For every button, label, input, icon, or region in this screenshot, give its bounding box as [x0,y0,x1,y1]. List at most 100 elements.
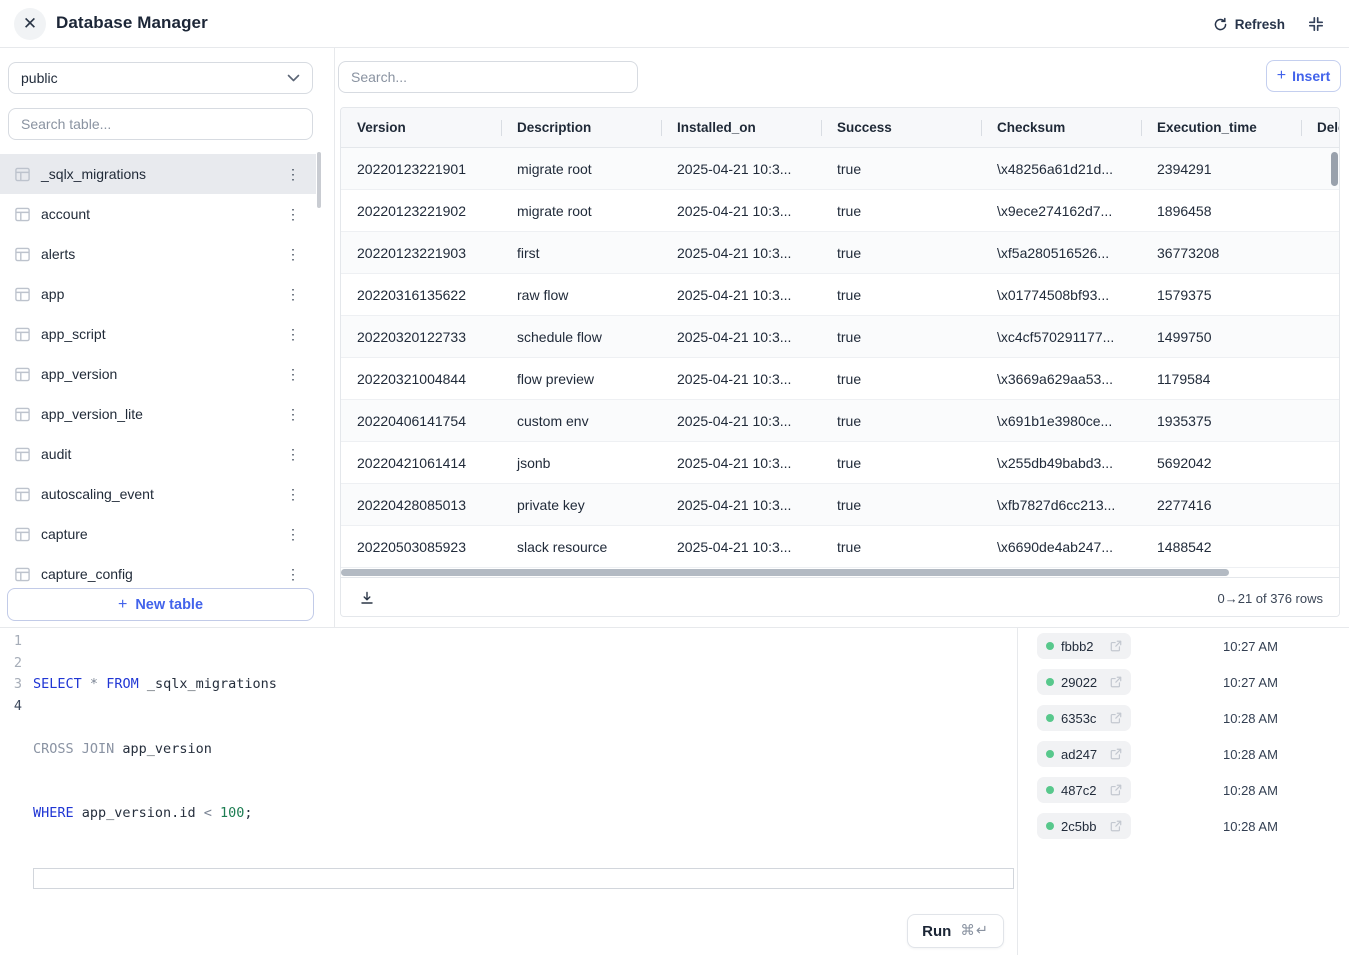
horizontal-scrollbar[interactable] [341,569,1229,576]
sidebar-item-audit[interactable]: audit ⋮ [0,434,316,474]
external-link-icon[interactable] [1110,748,1122,760]
code-lines: SELECT * FROM _sqlx_migrations CROSS JOI… [30,631,1017,932]
kebab-menu-icon[interactable]: ⋮ [282,405,304,423]
download-icon [359,590,375,606]
cell-checksum: \x3669a629aa53... [981,358,1141,399]
cell-installed-on: 2025-04-21 10:3... [661,190,821,231]
column-header[interactable]: Checksum [981,108,1141,147]
new-table-button[interactable]: + New table [7,588,314,621]
kebab-menu-icon[interactable]: ⋮ [282,445,304,463]
sidebar-item-capture-config[interactable]: capture_config ⋮ [0,554,316,588]
sidebar-item-app-version[interactable]: app_version ⋮ [0,354,316,394]
sidebar-item-app[interactable]: app ⋮ [0,274,316,314]
column-header[interactable]: Version [341,108,501,147]
cell-installed-on: 2025-04-21 10:3... [661,232,821,273]
cell-execution-time: 2394291 [1141,148,1301,189]
column-header[interactable]: Installed_on [661,108,821,147]
kebab-menu-icon[interactable]: ⋮ [282,325,304,343]
vertical-scrollbar[interactable] [1331,152,1338,186]
table-icon [14,366,31,383]
external-link-icon[interactable] [1110,712,1122,724]
table-row[interactable]: 20220320122733 schedule flow 2025-04-21 … [341,316,1340,358]
cell-description: schedule flow [501,316,661,357]
table-name: audit [41,446,71,462]
refresh-button[interactable]: Refresh [1213,12,1285,36]
close-button[interactable]: ✕ [14,8,46,40]
table-panel: + Insert Version Description Installed_o… [335,48,1349,627]
query-timestamp: 10:27 AM [1223,664,1278,700]
close-icon: ✕ [23,14,37,34]
kebab-menu-icon[interactable]: ⋮ [282,525,304,543]
column-header[interactable]: Description [501,108,661,147]
cell-installed-on: 2025-04-21 10:3... [661,148,821,189]
schema-select-value: public [21,70,58,86]
schema-select[interactable]: public [8,62,313,94]
external-link-icon[interactable] [1110,820,1122,832]
kebab-menu-icon[interactable]: ⋮ [282,565,304,583]
history-query-pill[interactable]: fbbb2 [1037,633,1131,659]
horizontal-scrollbar-track [341,568,1339,577]
table-row[interactable]: 20220123221901 migrate root 2025-04-21 1… [341,148,1340,190]
external-link-icon[interactable] [1110,676,1122,688]
sidebar-item-autoscaling-event[interactable]: autoscaling_event ⋮ [0,474,316,514]
external-link-icon[interactable] [1110,640,1122,652]
cell-installed-on: 2025-04-21 10:3... [661,400,821,441]
kebab-menu-icon[interactable]: ⋮ [282,285,304,303]
cell-installed-on: 2025-04-21 10:3... [661,442,821,483]
grid-footer: 0→21 of 376 rows [341,577,1339,617]
table-name: capture [41,526,88,542]
kebab-menu-icon[interactable]: ⋮ [282,365,304,383]
table-row[interactable]: 20220321004844 flow preview 2025-04-21 1… [341,358,1340,400]
sql-editor[interactable]: 1 2 3 4 SELECT * FROM _sqlx_migrations C… [0,628,1018,955]
history-query-pill[interactable]: 2c5bb [1037,813,1131,839]
column-header[interactable]: Execution_time [1141,108,1301,147]
sidebar-item-sqlx-migrations[interactable]: _sqlx_migrations ⋮ [0,154,316,194]
app-header: ✕ Database Manager Refresh [0,0,1349,48]
table-row[interactable]: 20220421061414 jsonb 2025-04-21 10:3... … [341,442,1340,484]
cell-checksum: \x255db49babd3... [981,442,1141,483]
sidebar-item-app-script[interactable]: app_script ⋮ [0,314,316,354]
table-row[interactable]: 20220503085923 slack resource 2025-04-21… [341,526,1340,568]
cell-deleted [1301,400,1340,441]
kebab-menu-icon[interactable]: ⋮ [282,485,304,503]
cell-deleted [1301,232,1340,273]
cell-version: 20220123221902 [341,190,501,231]
table-name: _sqlx_migrations [41,166,146,182]
history-query-pill[interactable]: 487c2 [1037,777,1131,803]
sidebar-item-capture[interactable]: capture ⋮ [0,514,316,554]
column-header[interactable]: Success [821,108,981,147]
cell-description: private key [501,484,661,525]
search-table-input[interactable] [8,108,313,140]
history-query-pill[interactable]: 6353c [1037,705,1131,731]
plus-icon: + [118,597,127,613]
history-query-pill[interactable]: 29022 [1037,669,1131,695]
run-button[interactable]: Run ⌘↵ [907,914,1004,948]
cell-success: true [821,148,981,189]
column-header[interactable]: Dele [1301,108,1340,147]
table-row[interactable]: 20220428085013 private key 2025-04-21 10… [341,484,1340,526]
sidebar-item-alerts[interactable]: alerts ⋮ [0,234,316,274]
history-query-pill[interactable]: ad247 [1037,741,1131,767]
external-link-icon[interactable] [1110,784,1122,796]
table-row[interactable]: 20220123221902 migrate root 2025-04-21 1… [341,190,1340,232]
cell-version: 20220428085013 [341,484,501,525]
search-input[interactable] [338,61,638,93]
table-row[interactable]: 20220123221903 first 2025-04-21 10:3... … [341,232,1340,274]
collapse-icon[interactable] [1307,14,1327,34]
cell-description: flow preview [501,358,661,399]
cell-version: 20220421061414 [341,442,501,483]
table-row[interactable]: 20220316135622 raw flow 2025-04-21 10:3.… [341,274,1340,316]
sidebar-scrollbar[interactable] [317,152,321,208]
insert-button[interactable]: + Insert [1266,60,1341,92]
cell-version: 20220123221901 [341,148,501,189]
download-button[interactable] [357,588,377,608]
sidebar-item-app-version-lite[interactable]: app_version_lite ⋮ [0,394,316,434]
table-row[interactable]: 20220406141754 custom env 2025-04-21 10:… [341,400,1340,442]
query-id: ad247 [1061,747,1097,762]
history-row: fbbb2 10:27 AM [1018,628,1349,664]
kebab-menu-icon[interactable]: ⋮ [282,165,304,183]
query-id: 6353c [1061,711,1096,726]
kebab-menu-icon[interactable]: ⋮ [282,205,304,223]
kebab-menu-icon[interactable]: ⋮ [282,245,304,263]
sidebar-item-account[interactable]: account ⋮ [0,194,316,234]
